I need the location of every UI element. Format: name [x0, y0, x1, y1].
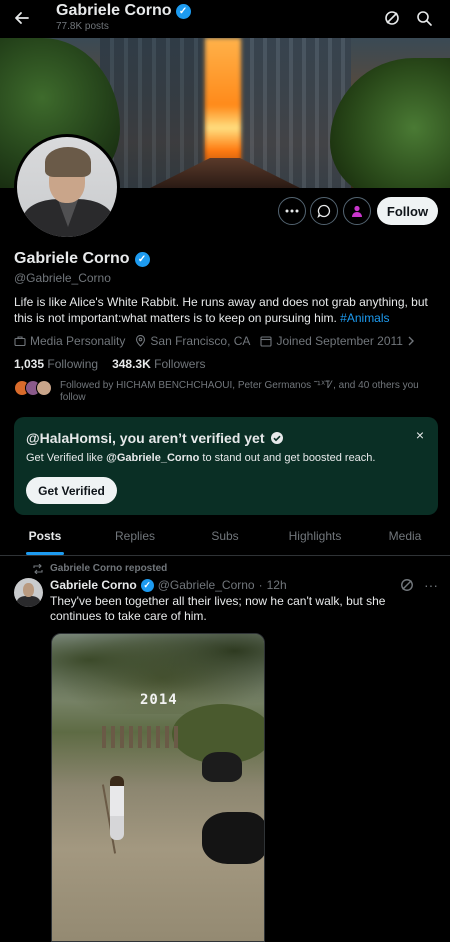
- media-cow-standing: [202, 812, 264, 864]
- bio-hashtag[interactable]: #Animals: [340, 311, 389, 325]
- profile-name-row: Gabriele Corno ✓: [14, 250, 150, 268]
- get-verified-button[interactable]: Get Verified: [26, 477, 117, 504]
- grok-chat-button[interactable]: [310, 197, 338, 225]
- post-author[interactable]: Gabriele Corno: [50, 578, 137, 592]
- verified-check-icon: [270, 432, 283, 444]
- following-count: 1,035: [14, 357, 45, 371]
- header-name: Gabriele Corno: [56, 2, 172, 19]
- post-time[interactable]: 12h: [267, 578, 287, 592]
- verification-title-row: @HalaHomsi, you aren’t verified yet: [26, 430, 284, 446]
- post-avatar-body: [17, 596, 40, 607]
- header-title-block: Gabriele Corno ✓ 77.8K posts: [56, 2, 191, 32]
- avatar-photo: [17, 137, 117, 237]
- post-media[interactable]: 2014: [51, 633, 265, 942]
- post-header: Gabriele Corno ✓ @Gabriele_Corno · 12h: [50, 578, 287, 592]
- tab-highlights[interactable]: Highlights: [270, 516, 360, 555]
- profile-name: Gabriele Corno: [14, 250, 130, 267]
- subscribe-button[interactable]: [343, 197, 371, 225]
- tab-media[interactable]: Media: [360, 516, 450, 555]
- grok-icon[interactable]: [400, 578, 414, 592]
- media-girl: [110, 776, 124, 840]
- repost-icon: [33, 563, 43, 574]
- media-fence: [102, 726, 182, 748]
- followers-count: 348.3K: [112, 357, 151, 371]
- back-button[interactable]: [12, 8, 32, 28]
- post-text: They've been together all their lives; n…: [50, 594, 386, 623]
- chat-bubble-icon: [317, 204, 331, 218]
- repost-indicator: Gabriele Corno reposted: [32, 563, 167, 574]
- meta-location: San Francisco, CA: [135, 334, 250, 348]
- followed-by-text[interactable]: Followed by HICHAM BENCHCHAOUI, Peter Ge…: [60, 380, 430, 404]
- header-name-row: Gabriele Corno ✓: [56, 2, 191, 20]
- profile-meta: Media Personality San Francisco, CA Join…: [14, 334, 415, 348]
- profile-handle: @Gabriele_Corno: [14, 271, 111, 285]
- search-icon[interactable]: [415, 9, 433, 27]
- following-link[interactable]: 1,035 Following: [14, 357, 98, 371]
- verification-text-handle: @Gabriele_Corno: [106, 452, 200, 464]
- profile-avatar[interactable]: [14, 134, 120, 240]
- repost-label[interactable]: Gabriele Corno reposted: [50, 563, 167, 574]
- tab-posts[interactable]: Posts: [0, 516, 90, 555]
- meta-category-text: Media Personality: [30, 334, 126, 348]
- verification-title: @HalaHomsi, you aren’t verified yet: [26, 430, 265, 446]
- post-actions: ···: [400, 577, 438, 593]
- tab-replies[interactable]: Replies: [90, 516, 180, 555]
- chevron-right-icon: [408, 336, 414, 346]
- arrow-left-icon: [15, 12, 29, 24]
- profile-stats: 1,035 Following 348.3K Followers: [14, 357, 205, 371]
- verified-badge-icon: ✓: [175, 3, 191, 19]
- more-dots-icon: [285, 209, 299, 213]
- close-icon[interactable]: ×: [416, 427, 424, 443]
- profile-bio: Life is like Alice's White Rabbit. He ru…: [14, 294, 439, 326]
- meta-joined-text: Joined September 2011: [276, 334, 403, 348]
- post-more-button[interactable]: ···: [424, 577, 438, 593]
- post-handle[interactable]: @Gabriele_Corno: [158, 578, 255, 592]
- header-posts-count: 77.8K posts: [56, 21, 109, 32]
- verified-badge-icon: ✓: [140, 578, 154, 592]
- avatar-hair: [45, 147, 91, 177]
- verification-text: Get Verified like @Gabriele_Corno to sta…: [26, 452, 375, 464]
- verification-text-prefix: Get Verified like: [26, 452, 107, 464]
- meta-location-text: San Francisco, CA: [150, 334, 251, 348]
- person-star-icon: [352, 205, 362, 217]
- media-cow-lying: [202, 752, 242, 782]
- more-options-button[interactable]: [278, 197, 306, 225]
- verified-badge-icon[interactable]: ✓: [134, 251, 150, 267]
- post-separator: ·: [258, 578, 263, 592]
- location-pin-icon: [136, 335, 146, 347]
- post-avatar-face: [23, 583, 34, 597]
- profile-tabs: Posts Replies Subs Highlights Media: [0, 516, 450, 556]
- following-label: Following: [47, 357, 99, 371]
- followers-link[interactable]: 348.3K Followers: [112, 357, 205, 371]
- grok-icon[interactable]: [383, 9, 401, 27]
- follow-button[interactable]: Follow: [377, 197, 438, 225]
- briefcase-icon: [14, 336, 26, 347]
- followers-label: Followers: [154, 357, 206, 371]
- calendar-icon: [260, 336, 272, 347]
- media-year-overlay: 2014: [140, 692, 178, 708]
- top-bar: Gabriele Corno ✓ 77.8K posts: [0, 0, 450, 38]
- verification-card: @HalaHomsi, you aren’t verified yet × Ge…: [14, 417, 438, 515]
- verification-text-suffix: to stand out and get boosted reach.: [199, 452, 376, 464]
- follower-avatar: [36, 380, 52, 396]
- post-avatar[interactable]: [14, 578, 43, 607]
- tab-subs[interactable]: Subs: [180, 516, 270, 555]
- meta-joined[interactable]: Joined September 2011: [260, 334, 415, 348]
- meta-category: Media Personality: [14, 334, 125, 348]
